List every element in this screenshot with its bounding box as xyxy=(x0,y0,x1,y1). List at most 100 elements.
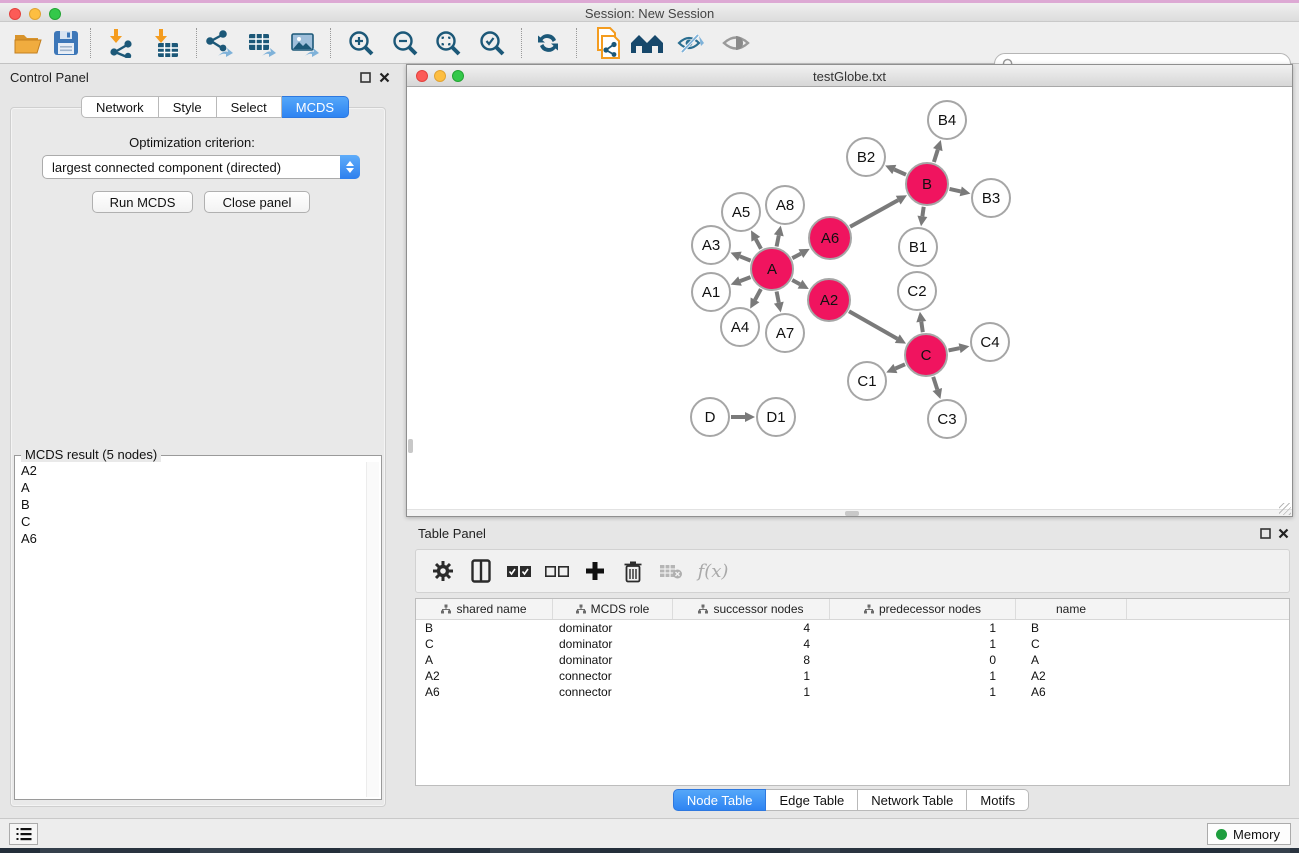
zoom-in-button[interactable] xyxy=(344,27,378,59)
import-table-button[interactable] xyxy=(149,27,183,59)
close-panel-button[interactable]: Close panel xyxy=(204,191,310,213)
graph-edge-A2-C[interactable] xyxy=(849,311,897,338)
zoom-out-button[interactable] xyxy=(388,27,422,59)
export-table-button[interactable] xyxy=(244,27,278,59)
mcds-result-item[interactable]: B xyxy=(17,496,365,513)
mcds-result-item[interactable]: A2 xyxy=(17,462,365,479)
graph-edge-A-A2[interactable] xyxy=(792,280,800,284)
mcds-result-item[interactable]: C xyxy=(17,513,365,530)
graph-node-A3[interactable]: A3 xyxy=(692,226,730,264)
graph-node-A1[interactable]: A1 xyxy=(692,273,730,311)
graph-edge-A-A8[interactable] xyxy=(777,235,779,246)
hide-graphics-details-button[interactable] xyxy=(674,27,708,59)
table-row[interactable]: Cdominator41C xyxy=(416,636,1289,652)
tab-node-table[interactable]: Node Table xyxy=(673,789,767,811)
graph-node-B1[interactable]: B1 xyxy=(899,228,937,266)
export-image-button[interactable] xyxy=(287,27,321,59)
table-row[interactable]: Bdominator41B xyxy=(416,620,1289,636)
graph-node-A7[interactable]: A7 xyxy=(766,314,804,352)
graph-node-B2[interactable]: B2 xyxy=(847,138,885,176)
show-graphics-details-button[interactable] xyxy=(719,27,753,59)
table-settings-button[interactable] xyxy=(424,553,462,589)
float-panel-icon[interactable] xyxy=(360,72,371,83)
graph-edge-C-C1[interactable] xyxy=(895,364,905,368)
graph-node-A8[interactable]: A8 xyxy=(766,186,804,224)
graph-node-A5[interactable]: A5 xyxy=(722,193,760,231)
column-header-name[interactable]: name xyxy=(1016,599,1127,619)
create-column-button[interactable] xyxy=(576,553,614,589)
graph-edge-B-B3[interactable] xyxy=(950,189,961,192)
table-row[interactable]: A6connector11A6 xyxy=(416,684,1289,700)
graph-edge-B-B2[interactable] xyxy=(894,170,906,175)
graph-edge-A-A3[interactable] xyxy=(740,256,751,260)
table-row[interactable]: Adominator80A xyxy=(416,652,1289,668)
network-horizontal-scrollbar[interactable] xyxy=(407,509,1292,516)
task-history-button[interactable] xyxy=(9,823,38,845)
deselect-all-button[interactable] xyxy=(538,553,576,589)
network-window-titlebar[interactable]: testGlobe.txt xyxy=(407,65,1292,87)
export-network-button[interactable] xyxy=(202,27,236,59)
close-panel-icon[interactable] xyxy=(379,72,390,83)
tab-mcds[interactable]: MCDS xyxy=(282,96,349,118)
show-columns-button[interactable] xyxy=(462,553,500,589)
graph-edge-A-A1[interactable] xyxy=(740,277,751,281)
tab-select[interactable]: Select xyxy=(217,96,282,118)
mcds-result-list[interactable]: A2ABCA6 xyxy=(17,462,365,797)
graph-edge-A6-B[interactable] xyxy=(850,200,898,227)
graph-node-A4[interactable]: A4 xyxy=(721,308,759,346)
column-header-predecessor-nodes[interactable]: predecessor nodes xyxy=(830,599,1016,619)
column-header-MCDS-role[interactable]: MCDS role xyxy=(553,599,673,619)
delete-columns-button[interactable] xyxy=(614,553,652,589)
mcds-result-scrollbar[interactable] xyxy=(366,462,379,797)
zoom-fit-button[interactable] xyxy=(431,27,465,59)
graph-edge-C-C2[interactable] xyxy=(921,322,923,333)
network-vertical-scrollbar-thumb[interactable] xyxy=(408,439,413,453)
tab-motifs[interactable]: Motifs xyxy=(967,789,1029,811)
graph-edge-A-A7[interactable] xyxy=(777,292,779,303)
graph-node-C1[interactable]: C1 xyxy=(848,362,886,400)
graph-edge-C-C3[interactable] xyxy=(933,377,937,390)
graph-node-C3[interactable]: C3 xyxy=(928,400,966,438)
memory-button[interactable]: Memory xyxy=(1207,823,1291,845)
tab-network-table[interactable]: Network Table xyxy=(858,789,967,811)
graph-node-D[interactable]: D xyxy=(691,398,729,436)
graph-edge-A-A5[interactable] xyxy=(756,239,761,249)
graph-node-C[interactable]: C xyxy=(905,334,947,376)
graph-edge-C-C4[interactable] xyxy=(949,348,960,350)
table-row[interactable]: A2connector11A2 xyxy=(416,668,1289,684)
duplicate-network-button[interactable] xyxy=(591,27,625,59)
tab-style[interactable]: Style xyxy=(159,96,217,118)
zoom-selected-button[interactable] xyxy=(475,27,509,59)
import-network-button[interactable] xyxy=(104,27,138,59)
graph-node-C4[interactable]: C4 xyxy=(971,323,1009,361)
select-all-button[interactable] xyxy=(500,553,538,589)
function-builder-button[interactable]: f(x) xyxy=(690,553,736,589)
graph-node-B4[interactable]: B4 xyxy=(928,101,966,139)
tab-network[interactable]: Network xyxy=(81,96,159,118)
column-header-shared-name[interactable]: shared name xyxy=(416,599,553,619)
first-neighbors-button[interactable] xyxy=(630,27,664,59)
node-table[interactable]: shared nameMCDS rolesuccessor nodesprede… xyxy=(415,598,1290,786)
graph-node-D1[interactable]: D1 xyxy=(757,398,795,436)
network-canvas[interactable]: AA2A6BCA1A3A4A5A7A8B1B2B3B4C1C2C3C4DD1 xyxy=(407,87,1292,516)
mcds-result-item[interactable]: A6 xyxy=(17,530,365,547)
delete-table-button[interactable] xyxy=(652,553,690,589)
criterion-dropdown[interactable]: largest connected component (directed) xyxy=(42,155,360,179)
open-session-button[interactable] xyxy=(11,27,45,59)
graph-edge-A-A4[interactable] xyxy=(755,289,761,300)
network-horizontal-scrollbar-thumb[interactable] xyxy=(845,511,859,516)
close-table-panel-icon[interactable] xyxy=(1278,528,1289,539)
run-mcds-button[interactable]: Run MCDS xyxy=(92,191,193,213)
graph-node-A[interactable]: A xyxy=(751,248,793,290)
refresh-layout-button[interactable] xyxy=(531,27,565,59)
save-session-button[interactable] xyxy=(49,27,83,59)
float-table-panel-icon[interactable] xyxy=(1260,528,1271,539)
graph-node-B[interactable]: B xyxy=(906,163,948,205)
graph-node-A2[interactable]: A2 xyxy=(808,279,850,321)
graph-edge-A-A6[interactable] xyxy=(792,254,801,259)
graph-node-B3[interactable]: B3 xyxy=(972,179,1010,217)
table-header-row[interactable]: shared nameMCDS rolesuccessor nodesprede… xyxy=(416,599,1289,620)
mcds-result-item[interactable]: A xyxy=(17,479,365,496)
window-resize-grip[interactable] xyxy=(1279,503,1291,515)
tab-edge-table[interactable]: Edge Table xyxy=(766,789,858,811)
